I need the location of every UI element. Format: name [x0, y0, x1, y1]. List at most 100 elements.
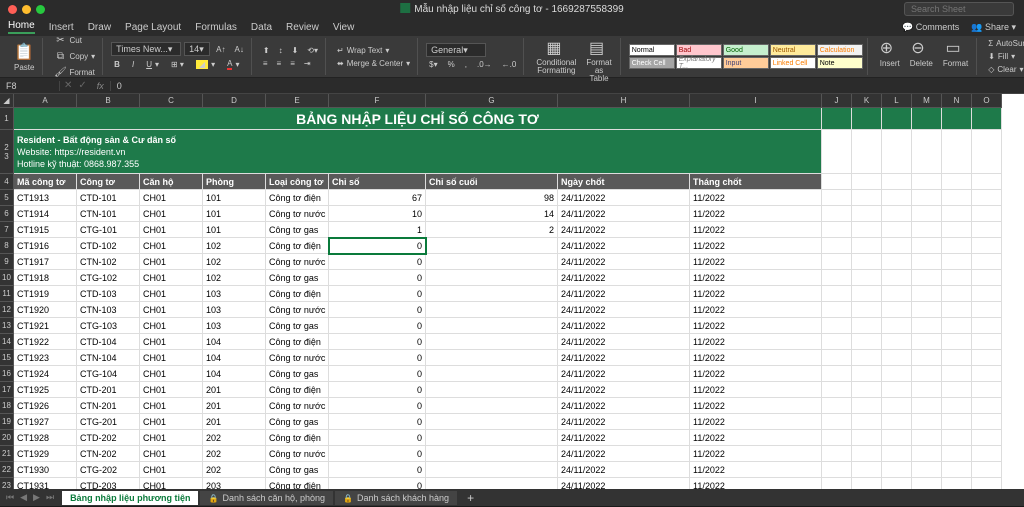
data-cell[interactable]: 24/11/2022 [558, 462, 690, 478]
data-cell[interactable]: Công tơ điện [266, 430, 329, 446]
cell[interactable] [822, 174, 852, 190]
data-cell[interactable]: 11/2022 [690, 382, 822, 398]
cell-style-check[interactable]: Check Cell [629, 57, 675, 69]
data-cell[interactable]: 0 [329, 350, 426, 366]
merge-center-button[interactable]: ⬌ Merge & Center ▾ [334, 58, 413, 69]
cell[interactable] [942, 302, 972, 318]
cell[interactable] [822, 382, 852, 398]
data-cell[interactable]: Công tơ gas [266, 462, 329, 478]
data-cell[interactable]: Công tơ nước [266, 350, 329, 366]
cell[interactable] [822, 108, 852, 130]
data-cell[interactable]: CH01 [140, 254, 203, 270]
column-header[interactable]: J [822, 94, 852, 108]
cell[interactable] [972, 478, 1002, 489]
data-cell[interactable]: CT1923 [14, 350, 77, 366]
cell[interactable] [852, 366, 882, 382]
data-cell[interactable]: 0 [329, 254, 426, 270]
cell[interactable] [912, 108, 942, 130]
cell[interactable] [972, 302, 1002, 318]
fill-color-button[interactable]: ◢▾ [193, 58, 218, 71]
cell-style-good[interactable]: Good [723, 44, 769, 56]
row-header[interactable]: 19 [0, 414, 14, 430]
data-cell[interactable]: 101 [203, 222, 266, 238]
cell[interactable] [942, 190, 972, 206]
cell[interactable] [972, 350, 1002, 366]
data-cell[interactable] [426, 366, 558, 382]
table-header-cell[interactable]: Loại công tơ [266, 174, 329, 190]
cell[interactable] [912, 222, 942, 238]
data-cell[interactable]: 201 [203, 414, 266, 430]
data-cell[interactable]: 11/2022 [690, 270, 822, 286]
data-cell[interactable]: 0 [329, 382, 426, 398]
cell[interactable] [912, 350, 942, 366]
data-cell[interactable] [426, 318, 558, 334]
data-cell[interactable]: CH01 [140, 270, 203, 286]
data-cell[interactable]: CT1929 [14, 446, 77, 462]
cell[interactable] [852, 108, 882, 130]
cell-style-bad[interactable]: Bad [676, 44, 722, 56]
cell[interactable] [852, 318, 882, 334]
data-cell[interactable]: Công tơ điện [266, 478, 329, 489]
cell[interactable] [912, 238, 942, 254]
cell[interactable] [882, 108, 912, 130]
cell[interactable] [912, 254, 942, 270]
cell-style-note[interactable]: Note [817, 57, 863, 69]
cell[interactable] [942, 286, 972, 302]
cell[interactable] [882, 366, 912, 382]
data-cell[interactable] [426, 254, 558, 270]
data-cell[interactable]: CH01 [140, 366, 203, 382]
decrease-font-button[interactable]: A↓ [232, 42, 247, 56]
add-sheet-button[interactable]: + [459, 489, 482, 507]
row-header[interactable]: 4 [0, 174, 14, 190]
row-header[interactable]: 14 [0, 334, 14, 350]
row-header[interactable]: 11 [0, 286, 14, 302]
cell[interactable] [852, 414, 882, 430]
cell[interactable] [942, 350, 972, 366]
tab-draw[interactable]: Draw [88, 22, 111, 33]
data-cell[interactable]: CT1915 [14, 222, 77, 238]
cell-style-linked[interactable]: Linked Cell [770, 57, 816, 69]
cell[interactable] [942, 446, 972, 462]
percent-button[interactable]: % [445, 59, 458, 70]
data-cell[interactable]: CTN-103 [77, 302, 140, 318]
format-painter-button[interactable]: 🖌Format [51, 66, 98, 80]
data-cell[interactable]: CH01 [140, 350, 203, 366]
cell[interactable] [822, 190, 852, 206]
row-header[interactable]: 12 [0, 302, 14, 318]
cell[interactable] [912, 430, 942, 446]
data-cell[interactable] [426, 478, 558, 489]
cell[interactable] [852, 286, 882, 302]
enter-formula-icon[interactable]: ✓ [78, 80, 86, 91]
table-header-cell[interactable]: Tháng chốt [690, 174, 822, 190]
align-top-button[interactable]: ⬆ [260, 45, 273, 56]
row-header[interactable]: 21 [0, 446, 14, 462]
copy-button[interactable]: ⧉Copy ▾ [51, 50, 98, 64]
row-header[interactable]: 17 [0, 382, 14, 398]
data-cell[interactable]: CT1927 [14, 414, 77, 430]
data-cell[interactable]: 103 [203, 318, 266, 334]
cell[interactable] [882, 446, 912, 462]
cell[interactable] [852, 478, 882, 489]
cell[interactable] [882, 174, 912, 190]
data-cell[interactable]: CTD-104 [77, 334, 140, 350]
data-cell[interactable]: 11/2022 [690, 222, 822, 238]
cell[interactable] [822, 478, 852, 489]
clear-button[interactable]: ◇ Clear ▾ [985, 64, 1024, 75]
data-cell[interactable]: 0 [329, 430, 426, 446]
data-cell[interactable]: CT1922 [14, 334, 77, 350]
data-cell[interactable]: 24/11/2022 [558, 398, 690, 414]
data-cell[interactable]: CH01 [140, 398, 203, 414]
sheet-title[interactable]: BẢNG NHẬP LIỆU CHỈ SỐ CÔNG TƠ [14, 108, 822, 130]
data-cell[interactable]: CT1926 [14, 398, 77, 414]
cell[interactable] [882, 462, 912, 478]
data-cell[interactable] [426, 382, 558, 398]
data-cell[interactable]: CT1918 [14, 270, 77, 286]
table-header-cell[interactable]: Căn hộ [140, 174, 203, 190]
cell[interactable] [912, 286, 942, 302]
cell[interactable] [852, 174, 882, 190]
align-bottom-button[interactable]: ⬇ [289, 45, 302, 56]
data-cell[interactable]: CT1921 [14, 318, 77, 334]
data-cell[interactable]: 201 [203, 382, 266, 398]
row-header[interactable]: 9 [0, 254, 14, 270]
table-header-cell[interactable]: Chỉ số [329, 174, 426, 190]
